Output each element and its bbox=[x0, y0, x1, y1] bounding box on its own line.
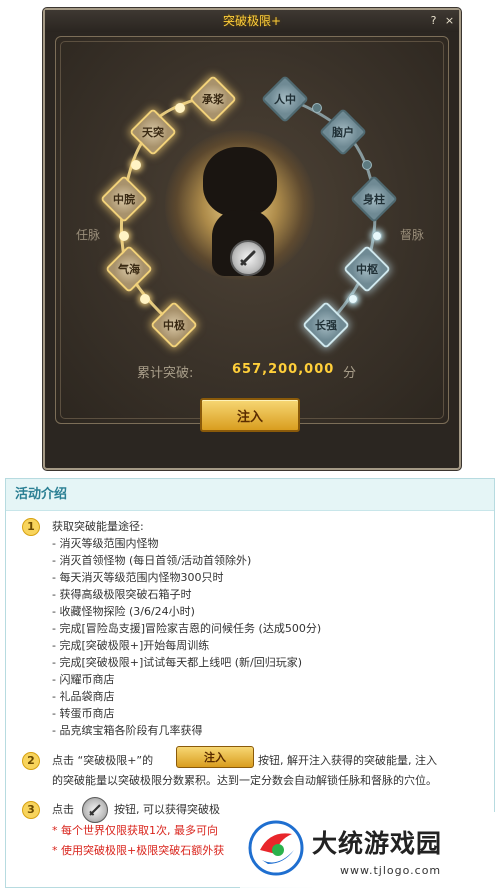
step2-prefix: 点击 “突破极限+”的 bbox=[52, 754, 154, 767]
step1-item: - 完成[冒险岛支援]冒险家吉恩的问候任务 (达成500分) bbox=[52, 622, 322, 635]
activity-title: 活动介绍 bbox=[15, 487, 68, 502]
step1-item: - 获得高级极限突破石箱子时 bbox=[52, 588, 192, 601]
connector-dot bbox=[348, 294, 358, 304]
connector-dot bbox=[131, 160, 141, 170]
step2-line2: 的突破能量以突破极限分数累积。达到一定分数会自动解锁任脉和督脉的穴位。 bbox=[52, 774, 437, 787]
connector-dot bbox=[362, 160, 372, 170]
inject-button[interactable]: 注入 bbox=[200, 398, 300, 432]
connector-dot bbox=[140, 294, 150, 304]
step1-item: - 闪耀币商店 bbox=[52, 673, 115, 686]
step3-note-2: * 使用突破极限+极限突破石额外获 bbox=[52, 844, 225, 857]
connector-dot bbox=[312, 103, 322, 113]
step1-item: - 品克缤宝箱各阶段有几率获得 bbox=[52, 724, 203, 737]
watermark-title: 大统游戏园 bbox=[312, 829, 443, 858]
ren-channel-label: 任脉 bbox=[76, 228, 101, 242]
step-number-3: 3 bbox=[22, 801, 40, 819]
step1-item: - 消灭首领怪物 (每日首领/活动首领除外) bbox=[52, 554, 252, 567]
step3-prefix: 点击 bbox=[52, 803, 74, 816]
acupoint-label: 承浆 bbox=[202, 93, 224, 106]
step-number-2: 2 bbox=[22, 752, 40, 770]
sword-icon bbox=[240, 250, 256, 266]
step1-item: - 完成[突破极限+]开始每周训练 bbox=[52, 639, 210, 652]
activity-header: 活动介绍 bbox=[6, 479, 494, 511]
accumulated-unit: 分 bbox=[343, 366, 357, 381]
acupoint-label: 天突 bbox=[142, 126, 164, 139]
step2-suffix: 按钮, 解开注入获得的突破能量, 注入 bbox=[258, 754, 437, 767]
connector-dot bbox=[175, 103, 185, 113]
step1-item: - 转蛋币商店 bbox=[52, 707, 115, 720]
watermark-logo-icon bbox=[248, 820, 304, 876]
connector-dot bbox=[119, 231, 129, 241]
step1-item: - 完成[突破极限+]试试每天都上线吧 (新/回归玩家) bbox=[52, 656, 303, 669]
sword-icon bbox=[89, 804, 101, 816]
step3-note-1: * 每个世界仅限获取1次, 最多可向 bbox=[52, 824, 218, 837]
help-button[interactable]: ? bbox=[427, 14, 440, 27]
character-silhouette-head bbox=[203, 147, 277, 217]
watermark-url: www.tjlogo.com bbox=[340, 864, 442, 877]
step1-item: - 收藏怪物探险 (3/6/24小时) bbox=[52, 605, 195, 618]
acupoint-label: 人中 bbox=[274, 93, 296, 106]
sword-icon-button[interactable] bbox=[230, 240, 266, 276]
step1-heading: 获取突破能量途径: bbox=[52, 520, 144, 533]
title-bar: 突破极限+ ? × bbox=[45, 10, 459, 32]
acupoint-label: 中极 bbox=[163, 319, 185, 332]
acupoint-label: 中枢 bbox=[356, 263, 378, 276]
inline-inject-button[interactable]: 注入 bbox=[176, 746, 254, 768]
acupoint-label: 身柱 bbox=[363, 193, 385, 206]
accumulated-label: 累计突破: bbox=[137, 366, 194, 381]
du-channel-label: 督脉 bbox=[400, 228, 425, 242]
step1-item: - 礼品袋商店 bbox=[52, 690, 115, 703]
acupoint-label: 脑户 bbox=[332, 126, 354, 139]
step1-item: - 每天消灭等级范围内怪物300只时 bbox=[52, 571, 224, 584]
step3-suffix: 按钮, 可以获得突破极 bbox=[114, 803, 220, 816]
acupoint-label: 长强 bbox=[315, 319, 337, 332]
accumulated-value: 657,200,000 bbox=[232, 362, 335, 377]
inline-sword-button[interactable] bbox=[82, 797, 108, 823]
step-number-1: 1 bbox=[22, 518, 40, 536]
acupoint-label: 气海 bbox=[118, 263, 140, 276]
connector-dot bbox=[372, 231, 382, 241]
close-button[interactable]: × bbox=[443, 14, 456, 27]
step1-item: - 消灭等级范围内怪物 bbox=[52, 537, 159, 550]
acupoint-label: 中脘 bbox=[113, 193, 135, 206]
window-title: 突破极限+ bbox=[222, 14, 282, 28]
